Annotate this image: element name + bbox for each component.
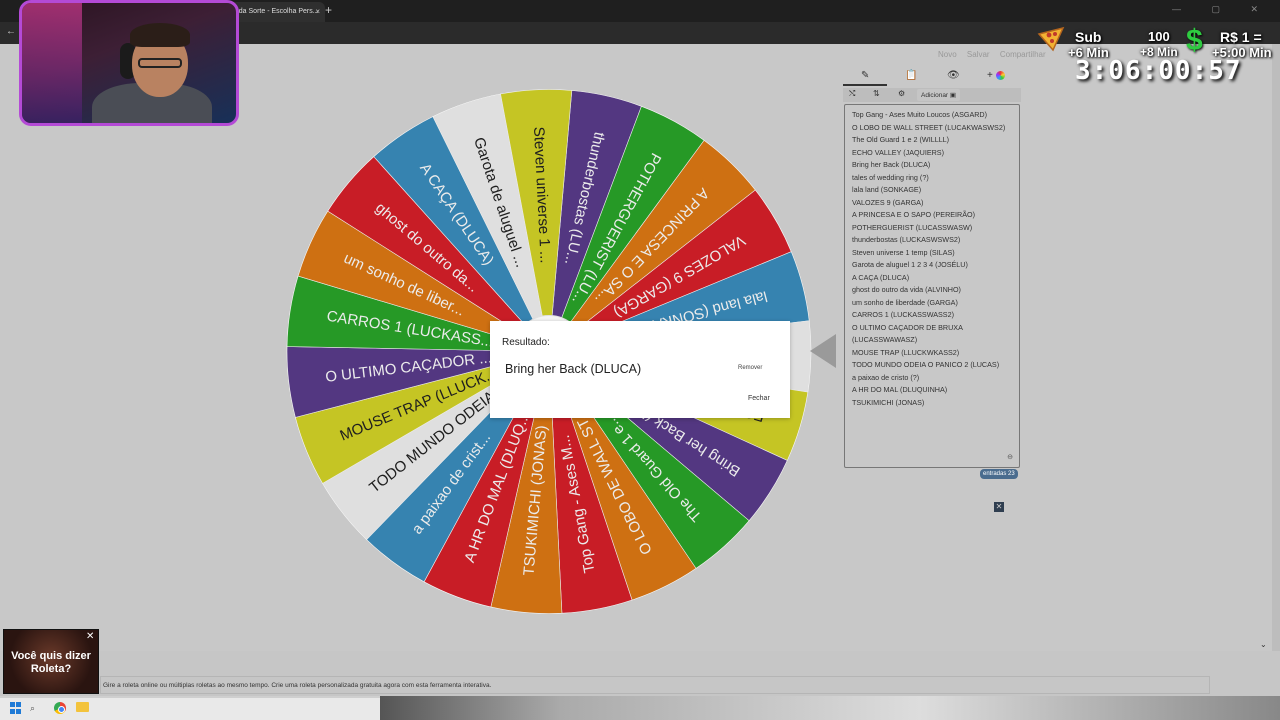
folder-icon[interactable] (76, 702, 89, 712)
entry-item: MOUSE TRAP (LLUCKWKASS2) (852, 347, 960, 357)
entry-item: Bring her Back (DLUCA) (852, 160, 931, 169)
webcam-person-hair (130, 23, 190, 47)
entry-item: Steven universe 1 temp (SILAS) (852, 247, 955, 257)
entry-item: A CAÇA (DLUCA) (852, 272, 910, 282)
panel-toolbar: ⤭ ⇅ ⚙ Adicionar ▣ (843, 88, 1021, 102)
entry-item: O ULTIMO CAÇADOR DE BRUXA (852, 322, 963, 332)
entry-item: (LUCASSWAWASZ) (852, 335, 918, 344)
entry-item: A HR DO MAL (DLUQUINHA) (852, 385, 948, 394)
entry-item: Garota de aluguel 1 2 3 4 (JOSÉLU) (852, 260, 968, 269)
hide-tab-icon[interactable]: 👁 (947, 70, 960, 81)
entry-item: A PRINCESA E O SAPO (PEREIRÃO) (852, 210, 976, 219)
settings-icon[interactable]: ⚙ (898, 89, 905, 98)
subathon-timer: 3:06:00:57 (1075, 56, 1242, 86)
entry-item: VALOZES 9 (GARGA) (852, 197, 924, 207)
window-controls[interactable]: — ▢ ✕ (1172, 4, 1272, 15)
edit-tab-icon[interactable]: ✎ (861, 70, 869, 81)
ad-line-2: Roleta? (30, 663, 72, 675)
entry-item: TSUKIMICHI (JONAS) (852, 397, 925, 407)
tab-title: ta da Sorte - Escolha Pers... (231, 8, 319, 15)
entry-item: CARROS 1 (LUCKASSWASS2) (852, 310, 954, 319)
ad-text: Você quis dizer Roleta? (4, 650, 98, 676)
entry-item: lala land (SONKAGE) (852, 185, 922, 194)
taskbar: ⌕ (0, 698, 380, 720)
dollar-icon: $ (1186, 24, 1203, 57)
money-label: R$ 1 = (1220, 29, 1262, 45)
close-icon[interactable]: ✕ (994, 502, 1004, 512)
roulette-ad[interactable]: Você quis dizer Roleta? ✕ (3, 629, 99, 694)
webcam-neon-light (22, 3, 82, 123)
chrome-icon[interactable] (54, 702, 66, 714)
active-tab-indicator (843, 84, 887, 86)
windows-start-icon[interactable] (10, 702, 22, 714)
add-image-button[interactable]: Adicionar ▣ (917, 89, 961, 101)
webcam-overlay (19, 0, 239, 126)
colors-tab-icon[interactable]: + (987, 70, 1005, 81)
tab-close-icon[interactable]: × (315, 2, 320, 22)
browser-tab[interactable]: ta da Sorte - Escolha Pers... × (225, 2, 325, 22)
shuffle-icon[interactable]: ⤭ (849, 89, 855, 99)
panel-tabs: ✎ 📋 👁 + (843, 68, 1021, 86)
close-button[interactable]: Fechar (748, 395, 770, 402)
glasses-icon (138, 58, 182, 68)
stream-background (380, 696, 1280, 720)
entries-panel: ✎ 📋 👁 + ⤭ ⇅ ⚙ Adicionar ▣ Top Gang - Ase… (843, 68, 1021, 488)
wheel-pointer (810, 334, 836, 368)
remove-button[interactable]: Remover (738, 365, 762, 371)
dialog-title: Resultado: (502, 337, 550, 348)
entry-item: tales of wedding ring (?) (852, 172, 929, 182)
entry-item: thunderbostas (LUCKASWSWS2) (852, 235, 961, 244)
back-arrow-icon[interactable]: ← (6, 26, 16, 37)
taskbar-search-icon[interactable]: ⌕ (30, 703, 35, 714)
entry-item: a paixao de cristo (?) (852, 372, 920, 382)
nav-new[interactable]: Novo (938, 50, 957, 59)
entries-list: Top Gang - Ases Muito Loucos (ASGARD) O L… (845, 105, 1019, 409)
entry-item: ghost do outro da vida (ALVINHO) (852, 285, 961, 294)
entry-item: O LOBO DE WALL STREET (LUCAKWASWS2) (852, 122, 1006, 132)
nav-save[interactable]: Salvar (967, 50, 990, 59)
entry-item: The Old Guard 1 e 2 (WILLLL) (852, 135, 950, 144)
sort-icon[interactable]: ⇅ (873, 89, 880, 98)
resize-icon[interactable]: ⊖ (1007, 453, 1013, 461)
hundred-label: 100 (1148, 29, 1170, 44)
result-text: Bring her Back (DLUCA) (505, 362, 642, 376)
entry-item: Top Gang - Ases Muito Loucos (ASGARD) (852, 110, 988, 119)
entry-item: ECHO VALLEY (JAQUIERS) (852, 147, 944, 157)
ad-line-1: Você quis dizer (11, 650, 91, 662)
clipboard-tab-icon[interactable]: 📋 (905, 70, 917, 81)
new-tab-button[interactable]: + (325, 4, 332, 16)
entries-count-badge: entradas 23 (980, 469, 1018, 479)
page-footer: Gire a roleta online ou múltiplas roleta… (0, 651, 1280, 696)
pizza-icon (1037, 26, 1065, 52)
ad-close-icon[interactable]: ✕ (86, 631, 94, 642)
sub-label: Sub (1075, 29, 1102, 45)
entry-item: POTHERGUERIST (LUCASSWASW) (852, 222, 973, 232)
scroll-down-icon[interactable]: ⌄ (1260, 640, 1267, 649)
entry-item: um sonho de liberdade (GARGA) (852, 297, 958, 307)
page-scrollbar[interactable] (1272, 44, 1280, 651)
add-color-label: + (987, 70, 993, 81)
entry-item: TODO MUNDO ODEIA O PANICO 2 (LUCAS) (852, 360, 1000, 369)
entries-textarea[interactable]: Top Gang - Ases Muito Loucos (ASGARD) O L… (844, 104, 1020, 468)
footer-description: Gire a roleta online ou múltiplas roleta… (100, 676, 1210, 694)
result-dialog: Resultado: Bring her Back (DLUCA) Remove… (490, 321, 790, 418)
color-wheel-icon (995, 70, 1005, 80)
